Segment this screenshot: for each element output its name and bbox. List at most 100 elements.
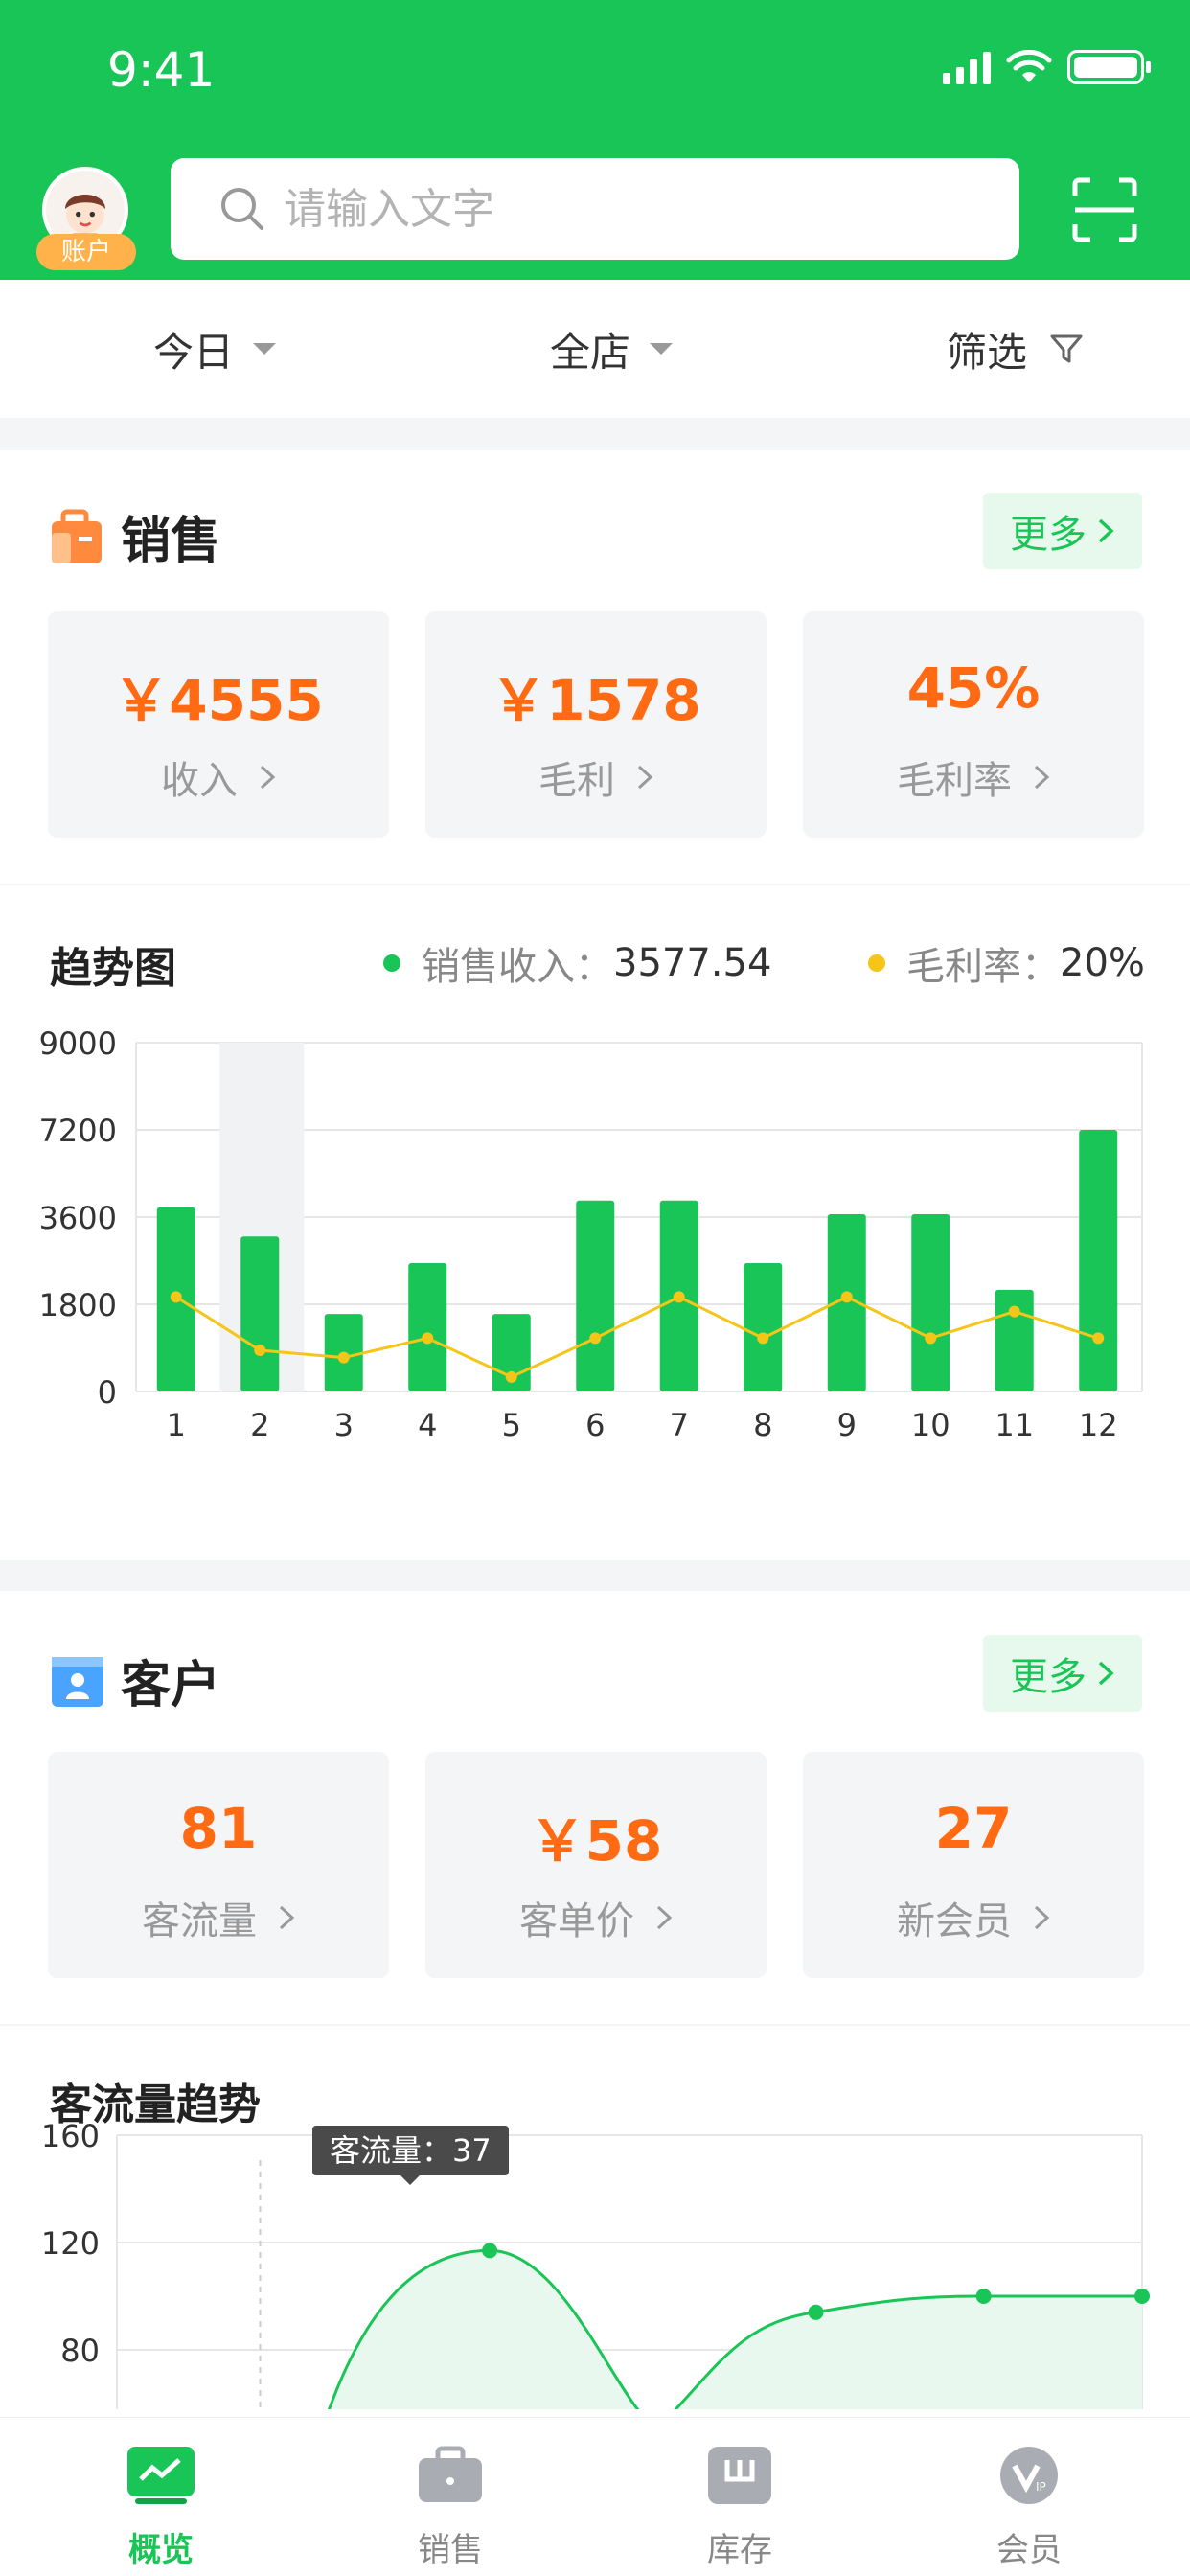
margin-line [174, 1295, 1099, 1379]
tab-sales[interactable]: 销售 [383, 2418, 517, 2570]
y-tick-label: 7200 [39, 1113, 117, 1149]
legend-margin: 毛利率： 20% [868, 935, 1145, 991]
legend-margin-value: 20% [1060, 941, 1145, 985]
warehouse-icon [708, 2447, 771, 2504]
y-tick-label: 160 [41, 2122, 100, 2154]
filter-button[interactable]: 筛选 [947, 320, 1085, 379]
x-tick-label: 4 [418, 1407, 437, 1443]
bar [576, 1200, 615, 1392]
x-tick-label: 7 [670, 1407, 689, 1443]
tooltip-text: 客流量：37 [330, 2132, 492, 2169]
legend-dot-yellow [868, 954, 885, 972]
stat-value: ￥1578 [491, 668, 701, 733]
line-point [1092, 1332, 1105, 1345]
sales-card: 销售 更多 ￥4555 收入 ￥1578 毛利 45% 毛利率 [0, 450, 1190, 884]
account-badge[interactable]: 账户 [36, 234, 136, 270]
legend-dot-green [383, 954, 400, 972]
stat-label: 客流量 [142, 1899, 257, 1944]
chevron-right-icon [1098, 1661, 1114, 1686]
tab-label: 会员 [996, 2531, 1062, 2569]
stat-value: 27 [934, 1796, 1013, 1861]
stat-value: ￥4555 [113, 668, 324, 733]
svg-text:IP: IP [1036, 2480, 1046, 2494]
chevron-right-icon [656, 1905, 673, 1930]
customers-more-button[interactable]: 更多 [983, 1635, 1142, 1712]
x-tick-label: 3 [334, 1407, 354, 1443]
chevron-right-icon [637, 765, 653, 790]
customers-title: 客户 [121, 1657, 221, 1714]
app-header: 9:41 账户 [0, 0, 1190, 280]
search-bar[interactable] [171, 158, 1019, 260]
store-dropdown[interactable]: 全店 [550, 320, 674, 379]
stat-avg-order[interactable]: ￥58 客单价 [425, 1752, 767, 1978]
store-label: 全店 [550, 328, 631, 376]
stat-gross-profit[interactable]: ￥1578 毛利 [425, 611, 767, 838]
line-point [975, 2288, 992, 2304]
legend-revenue: 销售收入： 3577.54 [383, 935, 771, 991]
x-tick-label: 11 [995, 1407, 1034, 1443]
tab-members[interactable]: IP 会员 [962, 2418, 1096, 2570]
stat-label-row: 客单价 [425, 1890, 767, 1945]
chevron-right-icon [260, 765, 276, 790]
stat-traffic[interactable]: 81 客流量 [48, 1752, 389, 1978]
sales-header: 销售 [50, 500, 220, 572]
scan-icon[interactable] [1071, 176, 1138, 243]
tooltip-arrow [400, 2175, 420, 2185]
tab-overview[interactable]: 概览 [94, 2418, 228, 2570]
line-point [840, 1291, 853, 1303]
traffic-card: 客流量趋势 80 120 160 客流量：37 [0, 2026, 1190, 2428]
briefcase-icon [419, 2446, 482, 2502]
overview-chart-icon [127, 2447, 195, 2504]
filter-bar: 今日 全店 筛选 [0, 280, 1190, 418]
traffic-tooltip: 客流量：37 [312, 2126, 509, 2175]
period-label: 今日 [153, 328, 235, 376]
stat-revenue[interactable]: ￥4555 收入 [48, 611, 389, 838]
trend-card: 趋势图 销售收入： 3577.54 毛利率： 20% 0 1800 3600 7200… [0, 886, 1190, 1560]
filter-label: 筛选 [947, 328, 1028, 376]
stat-value: 45% [906, 656, 1041, 721]
area-fill [329, 2250, 638, 2409]
customer-icon [52, 1656, 103, 1707]
stat-label: 客单价 [519, 1899, 634, 1944]
y-tick-label: 1800 [39, 1287, 117, 1323]
stat-new-members[interactable]: 27 新会员 [803, 1752, 1144, 1978]
y-tick-label: 3600 [39, 1200, 117, 1236]
tab-inventory[interactable]: 库存 [673, 2418, 807, 2570]
sales-more-button[interactable]: 更多 [983, 493, 1142, 569]
x-tick-label: 12 [1079, 1407, 1118, 1443]
line-point [808, 2304, 824, 2320]
line-point [757, 1332, 769, 1345]
line-point [422, 1332, 434, 1345]
chevron-right-icon [1098, 518, 1114, 543]
tab-label: 概览 [128, 2531, 194, 2569]
line-point [254, 1345, 266, 1357]
line-point [673, 1291, 685, 1303]
bar [408, 1263, 447, 1392]
bar [995, 1289, 1034, 1392]
trend-chart: 018003600720090001 2 3 4 5 6 7 8 9 10 11 12 [39, 1025, 1143, 1443]
bar [1079, 1130, 1118, 1392]
caret-down-icon [650, 343, 674, 355]
line-point [1134, 2288, 1150, 2304]
y-tick-label: 9000 [39, 1025, 117, 1062]
trend-title: 趋势图 [50, 944, 176, 993]
customers-card: 客户 更多 81 客流量 ￥58 客单价 27 新会员 [0, 1591, 1190, 2024]
stat-margin-rate[interactable]: 45% 毛利率 [803, 611, 1144, 838]
legend-margin-label: 毛利率： [906, 945, 1060, 989]
period-dropdown[interactable]: 今日 [153, 320, 277, 379]
x-tick-label: 2 [250, 1407, 269, 1443]
stat-label-row: 新会员 [803, 1890, 1144, 1945]
stat-label-row: 毛利 [425, 749, 767, 805]
legend-revenue-value: 3577.54 [613, 941, 772, 985]
chevron-right-icon [1034, 765, 1050, 790]
tab-label: 库存 [707, 2531, 772, 2569]
y-tick-label: 120 [41, 2225, 100, 2262]
customers-header: 客户 [50, 1644, 220, 1716]
x-tick-label: 10 [911, 1407, 950, 1443]
traffic-chart: 80 120 160 [41, 2122, 1150, 2409]
line-point [337, 1351, 350, 1364]
bottom-tab-bar: 概览 销售 库存 IP 会员 [0, 2417, 1190, 2576]
chevron-right-icon [279, 1905, 295, 1930]
sales-title: 销售 [121, 513, 221, 570]
search-input[interactable] [284, 184, 954, 234]
